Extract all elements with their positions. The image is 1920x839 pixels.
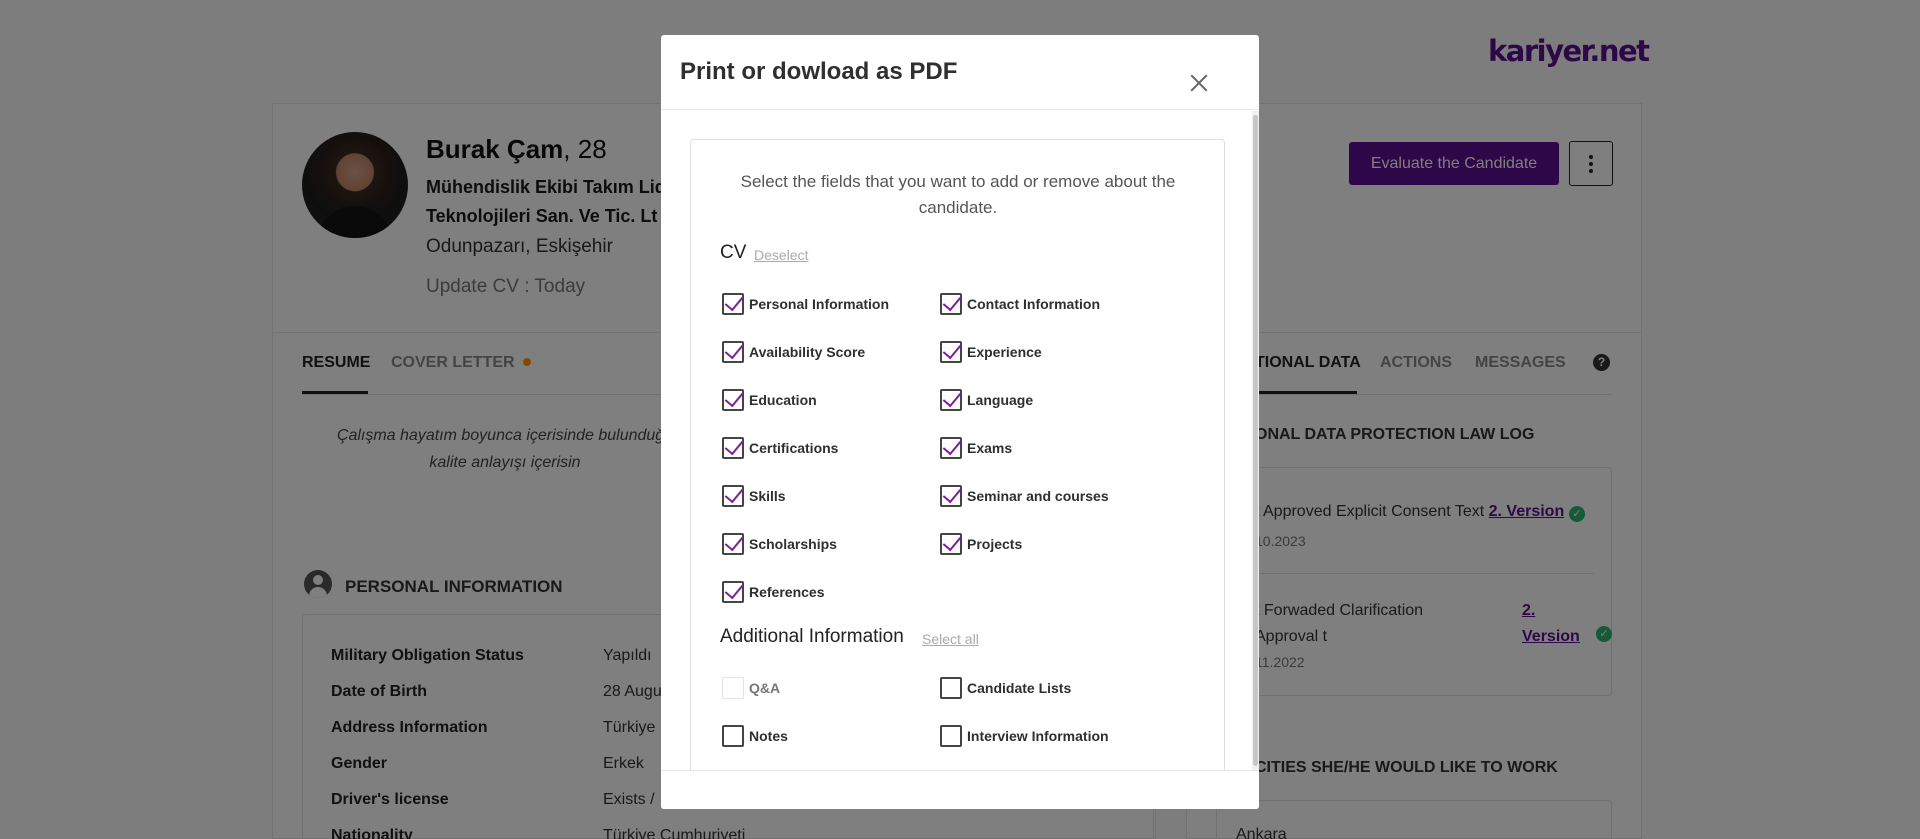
checkbox-seminar-and-courses[interactable]: Seminar and courses — [940, 484, 1109, 508]
checkbox-box[interactable] — [722, 725, 744, 747]
checkbox-box[interactable] — [722, 581, 744, 603]
additional-select-all-link[interactable]: Select all — [922, 631, 979, 647]
modal-scrollbar[interactable] — [1252, 111, 1259, 770]
checkbox-label: Interview Information — [967, 728, 1109, 744]
cv-deselect-link[interactable]: Deselect — [754, 247, 808, 263]
checkbox-references[interactable]: References — [722, 580, 825, 604]
checkbox-box[interactable] — [940, 677, 962, 699]
checkbox-box[interactable] — [722, 293, 744, 315]
close-icon[interactable] — [1187, 71, 1211, 95]
checkbox-projects[interactable]: Projects — [940, 532, 1022, 556]
additional-section-title: Additional Information — [720, 626, 904, 647]
checkbox-label: Projects — [967, 536, 1023, 552]
checkbox-education[interactable]: Education — [722, 388, 817, 412]
modal-header: Print or dowload as PDF — [661, 35, 1259, 110]
checkbox-label: Availability Score — [749, 344, 866, 360]
fields-selection-card — [690, 139, 1225, 799]
checkbox-availability-score[interactable]: Availability Score — [722, 340, 865, 364]
print-pdf-modal: Print or dowload as PDF Select the field… — [661, 35, 1259, 809]
checkbox-box — [722, 677, 744, 699]
checkbox-label: Education — [749, 392, 817, 408]
checkbox-label: Certifications — [749, 440, 839, 456]
modal-title: Print or dowload as PDF — [680, 58, 958, 85]
checkbox-label: Language — [967, 392, 1034, 408]
checkbox-skills[interactable]: Skills — [722, 484, 786, 508]
checkbox-exams[interactable]: Exams — [940, 436, 1012, 460]
checkbox-language[interactable]: Language — [940, 388, 1033, 412]
checkbox-label: Candidate Lists — [967, 680, 1072, 696]
checkbox-label: Experience — [967, 344, 1042, 360]
checkbox-box[interactable] — [940, 725, 962, 747]
checkbox-experience[interactable]: Experience — [940, 340, 1042, 364]
cv-section-title: CV — [720, 242, 747, 263]
checkbox-label: Personal Information — [749, 296, 890, 312]
checkbox-box[interactable] — [940, 437, 962, 459]
checkbox-box[interactable] — [722, 485, 744, 507]
fields-instruction: Select the fields that you want to add o… — [740, 172, 1176, 217]
checkbox-box[interactable] — [940, 533, 962, 555]
checkbox-box[interactable] — [940, 293, 962, 315]
checkbox-qa: Q&A — [722, 676, 780, 700]
checkbox-label: References — [749, 584, 825, 600]
checkbox-label: Notes — [749, 728, 788, 744]
checkbox-box[interactable] — [722, 389, 744, 411]
checkbox-candidate-lists[interactable]: Candidate Lists — [940, 676, 1071, 700]
checkbox-personal-information[interactable]: Personal Information — [722, 292, 889, 316]
checkbox-scholarships[interactable]: Scholarships — [722, 532, 837, 556]
modal-footer — [661, 770, 1259, 809]
checkbox-notes[interactable]: Notes — [722, 724, 788, 748]
checkbox-box[interactable] — [722, 341, 744, 363]
checkbox-certifications[interactable]: Certifications — [722, 436, 838, 460]
checkbox-label: Seminar and courses — [967, 488, 1109, 504]
checkbox-box[interactable] — [722, 437, 744, 459]
scrollbar-thumb[interactable] — [1253, 115, 1258, 766]
checkbox-label: Scholarships — [749, 536, 837, 552]
checkbox-box[interactable] — [940, 485, 962, 507]
checkbox-box[interactable] — [940, 389, 962, 411]
checkbox-contact-information[interactable]: Contact Information — [940, 292, 1100, 316]
checkbox-label: Skills — [749, 488, 786, 504]
checkbox-interview-information[interactable]: Interview Information — [940, 724, 1109, 748]
checkbox-label: Contact Information — [967, 296, 1100, 312]
checkbox-label: Q&A — [749, 680, 781, 696]
checkbox-box[interactable] — [722, 533, 744, 555]
checkbox-box[interactable] — [940, 341, 962, 363]
checkbox-label: Exams — [967, 440, 1013, 456]
